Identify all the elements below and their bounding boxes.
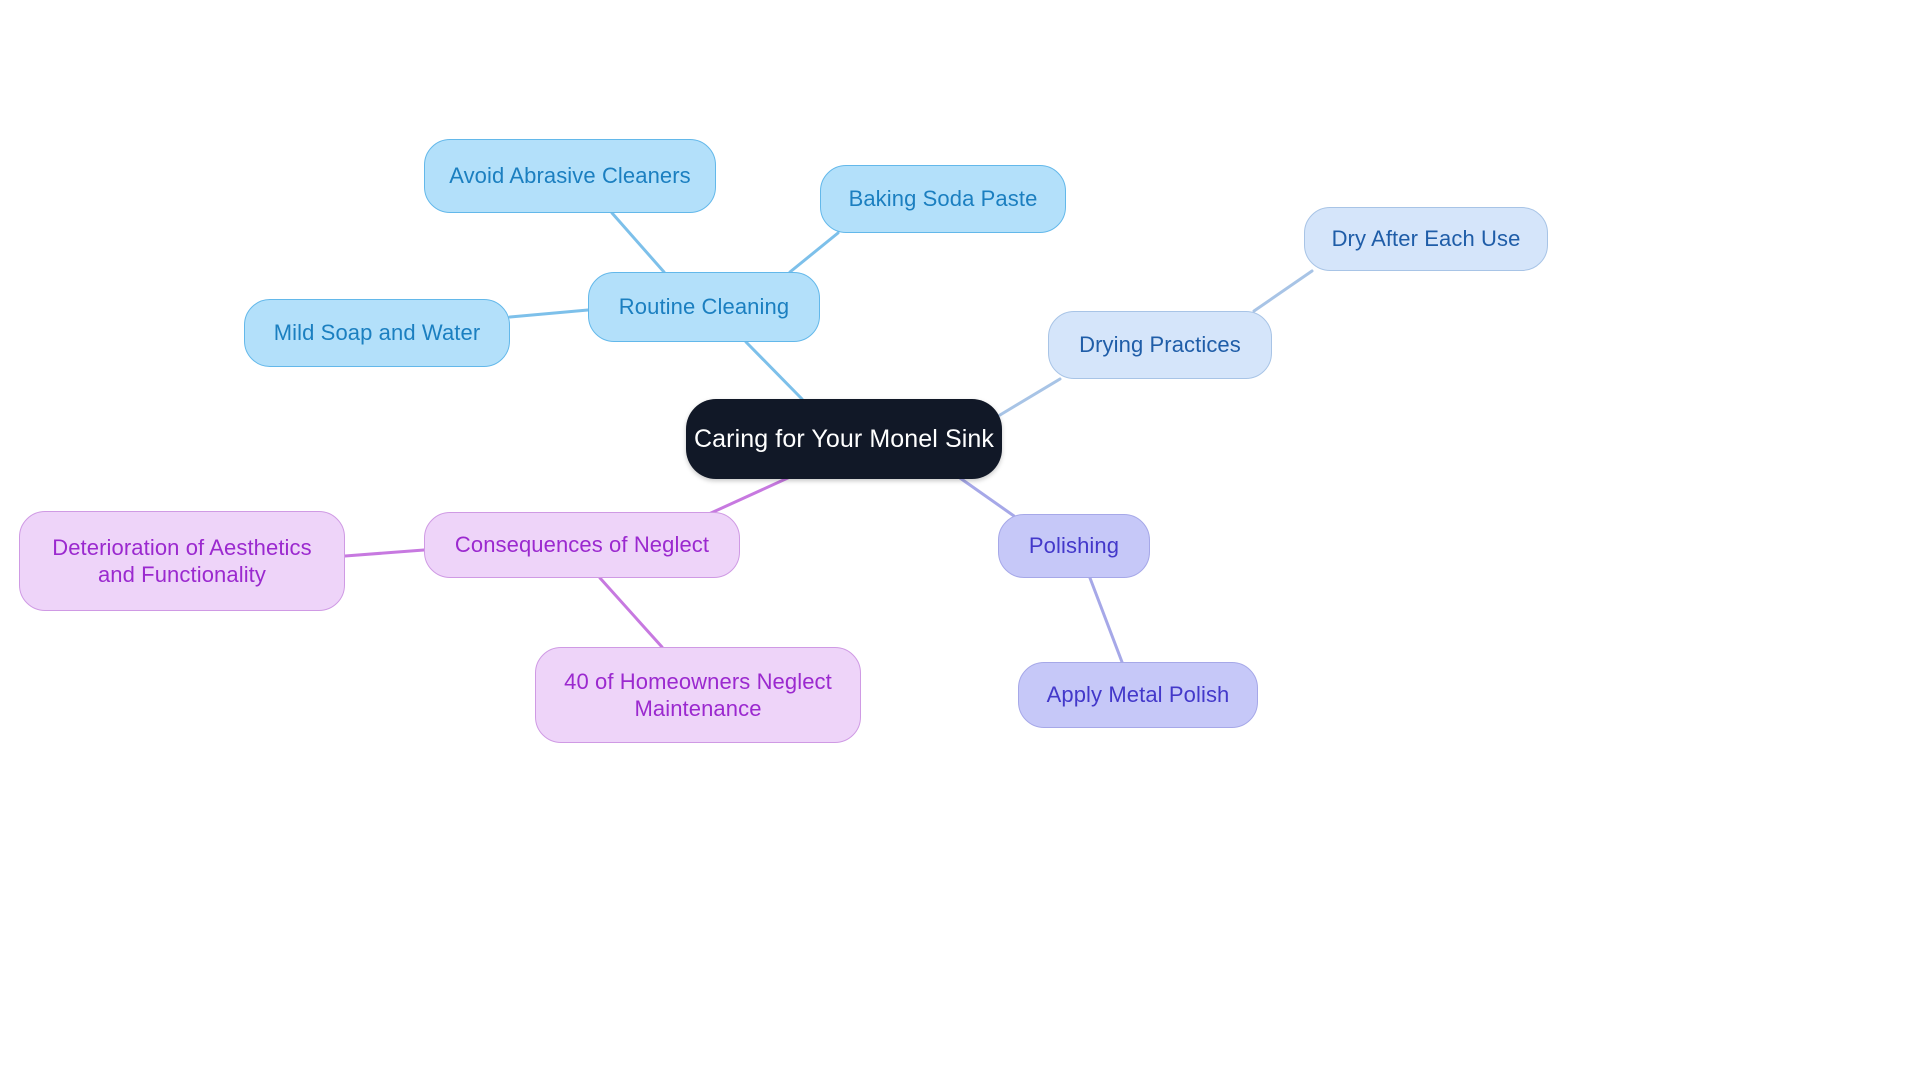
mindmap-node-label: Mild Soap and Water xyxy=(273,320,481,346)
mindmap-node-mild-soap-and-water[interactable]: Mild Soap and Water xyxy=(244,299,510,367)
mindmap-edge xyxy=(343,548,426,558)
mindmap-edge xyxy=(1252,269,1314,313)
mindmap-node-label: Baking Soda Paste xyxy=(848,186,1038,212)
mindmap-node-label: Dry After Each Use xyxy=(1331,226,1521,252)
mindmap-edge xyxy=(958,476,1016,518)
mindmap-edge xyxy=(788,231,840,274)
mindmap-edge xyxy=(508,308,590,319)
mindmap-node-polishing[interactable]: Polishing xyxy=(998,514,1150,578)
mindmap-node-label: 40 of Homeowners Neglect Maintenance xyxy=(564,668,832,721)
mindmap-canvas: Caring for Your Monel Sink Routine Cleani… xyxy=(0,0,1920,1083)
mindmap-node-central[interactable]: Caring for Your Monel Sink xyxy=(686,399,1002,479)
mindmap-node-label: Apply Metal Polish xyxy=(1046,682,1230,708)
mindmap-edge xyxy=(744,340,804,401)
mindmap-node-label: Drying Practices xyxy=(1079,332,1241,358)
mindmap-node-consequences-of-neglect[interactable]: Consequences of Neglect xyxy=(424,512,740,578)
mindmap-edge xyxy=(598,576,664,649)
mindmap-node-routine-cleaning[interactable]: Routine Cleaning xyxy=(588,272,820,342)
mindmap-edge xyxy=(1088,576,1124,664)
mindmap-node-label: Deterioration of Aesthetics and Function… xyxy=(52,534,312,587)
mindmap-edge xyxy=(610,211,666,274)
mindmap-node-label: Consequences of Neglect xyxy=(454,532,710,558)
mindmap-node-deterioration-of-aesthetics-and-functionality[interactable]: Deterioration of Aesthetics and Function… xyxy=(19,511,345,611)
mindmap-node-label: Routine Cleaning xyxy=(618,294,790,320)
mindmap-node-baking-soda-paste[interactable]: Baking Soda Paste xyxy=(820,165,1066,233)
mindmap-node-dry-after-each-use[interactable]: Dry After Each Use xyxy=(1304,207,1548,271)
mindmap-node-apply-metal-polish[interactable]: Apply Metal Polish xyxy=(1018,662,1258,728)
mindmap-node-label: Polishing xyxy=(1028,533,1120,559)
mindmap-node-drying-practices[interactable]: Drying Practices xyxy=(1048,311,1272,379)
mindmap-node-label: Caring for Your Monel Sink xyxy=(694,424,994,453)
mindmap-edge xyxy=(998,377,1062,417)
mindmap-node-40-of-homeowners-neglect-maintenance[interactable]: 40 of Homeowners Neglect Maintenance xyxy=(535,647,861,743)
mindmap-node-label: Avoid Abrasive Cleaners xyxy=(449,163,691,189)
mindmap-node-avoid-abrasive-cleaners[interactable]: Avoid Abrasive Cleaners xyxy=(424,139,716,213)
